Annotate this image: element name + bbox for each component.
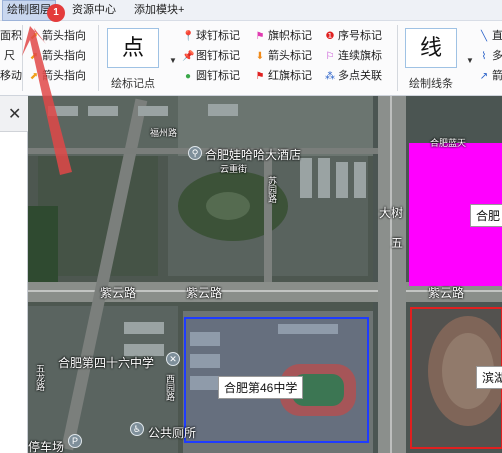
map-label-school46-poi: 合肥第四十六中学	[58, 356, 155, 370]
tool-arrow-mark[interactable]: ⬇ 箭头标记	[254, 47, 312, 65]
tool-flag-mark[interactable]: ⚑ 旗帜标记	[254, 27, 312, 45]
tool-ruler[interactable]: 尺	[4, 47, 15, 65]
arrow-line-icon: ↗	[479, 71, 489, 82]
red-flag-icon: ⚑	[255, 71, 265, 82]
tool-map-pin[interactable]: 📌 图钉标记	[182, 47, 240, 65]
tool-arrow-line[interactable]: ↗ 箭	[478, 67, 502, 85]
arrow-down-icon: ⬇	[255, 51, 265, 62]
close-icon[interactable]: ✕	[8, 104, 21, 124]
menu-add-module[interactable]: 添加模块+	[130, 0, 188, 21]
parking-icon: P	[68, 434, 82, 448]
map-label-hotel: 合肥娃哈哈大酒店	[205, 148, 302, 162]
map-view[interactable]: 合肥娃哈哈大酒店 ⚲ 云重街 福州路 苏园路 大树 五 紫云路 紫云路 紫云路 …	[28, 96, 502, 453]
tool-ball-pin[interactable]: 📍 球钉标记	[182, 27, 240, 45]
ribbon-toolbar: 面积 尺 移动 ⬈ 箭头指向 ⬈ 箭头指向 ⬈ 箭头指向 点 ▼ 绘标记点 📍 球钉标记…	[0, 21, 502, 96]
side-panel: ✕	[0, 96, 28, 453]
ball-pin-icon: 📍	[182, 31, 195, 42]
line-group-label: 绘制线条	[409, 78, 453, 90]
round-pin-icon: ●	[184, 71, 192, 82]
tool-area[interactable]: 面积	[0, 27, 22, 45]
line-icon: ╲	[480, 31, 488, 42]
menu-bar: 绘制图层 1 资源中心 添加模块+	[0, 0, 502, 22]
tool-polyline[interactable]: ⌇ 多	[478, 47, 502, 65]
map-label-wulong: 五龙路	[35, 364, 45, 391]
map-label-wu: 五	[391, 236, 404, 250]
draw-point-button[interactable]: 点	[107, 28, 159, 68]
ribbon-separator	[22, 25, 23, 91]
tool-red-flag[interactable]: ⚑ 红旗标记	[254, 67, 312, 85]
chevron-down-icon[interactable]: ▼	[169, 56, 177, 65]
map-label-ziyun-right: 紫云路	[428, 286, 465, 300]
tool-arrow-pointer-2[interactable]: ⬈ 箭头指向	[28, 47, 86, 65]
tool-round-pin[interactable]: ● 圆钉标记	[182, 67, 240, 85]
polygon-label-school46[interactable]: 合肥第46中学	[218, 376, 304, 399]
ribbon-separator	[397, 25, 398, 91]
map-label-top-partial: 合肥蓝天	[430, 138, 467, 148]
tool-multi-point[interactable]: ⁂ 多点关联	[324, 67, 382, 85]
flag-icon: ⚑	[255, 31, 265, 42]
multi-point-icon: ⁂	[325, 71, 335, 82]
tool-straight-line[interactable]: ╲ 直	[478, 27, 502, 45]
tool-continuous-flag[interactable]: ⚐ 连续旗标	[324, 47, 382, 65]
polyline-icon: ⌇	[481, 51, 487, 62]
map-label-suyuan: 苏园路	[267, 176, 277, 203]
map-label-dashu: 大树	[379, 206, 404, 220]
menu-resource-center[interactable]: 资源中心	[68, 0, 120, 21]
toilet-icon: ♿	[130, 422, 144, 436]
arrow-pointer-icon: ⬈	[29, 51, 39, 62]
tool-move[interactable]: 移动	[0, 67, 22, 85]
arrow-pointer-icon: ⬈	[29, 71, 39, 82]
map-pin-icon: 📌	[182, 51, 195, 62]
chevron-down-icon[interactable]: ▼	[466, 56, 474, 65]
map-label-ziyun-mid: 紫云路	[186, 286, 223, 300]
map-label-yunchong: 云重街	[220, 164, 248, 174]
arrow-pointer-icon: ⬈	[29, 31, 39, 42]
school-icon: ✕	[166, 352, 180, 366]
map-label-fuzhou: 福州路	[150, 128, 178, 138]
tool-sequence-mark[interactable]: ❶ 序号标记	[324, 27, 382, 45]
number-icon: ❶	[325, 31, 335, 42]
map-label-parking: 停车场	[28, 440, 65, 453]
map-label-toilet: 公共厕所	[148, 426, 197, 440]
polygon-label-hefei[interactable]: 合肥	[470, 204, 502, 227]
point-group-label: 绘标记点	[111, 78, 155, 90]
polygon-label-binhu[interactable]: 滨湖	[476, 366, 502, 389]
map-label-xiyuan: 西园路	[165, 374, 175, 401]
location-pin-icon: ⚲	[188, 146, 202, 160]
ribbon-separator	[98, 25, 99, 91]
tool-arrow-pointer-1[interactable]: ⬈ 箭头指向	[28, 27, 86, 45]
tool-arrow-pointer-3[interactable]: ⬈ 箭头指向	[28, 67, 86, 85]
map-label-ziyun-left: 紫云路	[100, 286, 137, 300]
notification-badge: 1	[47, 4, 65, 22]
draw-line-button[interactable]: 线	[405, 28, 457, 68]
side-panel-header: ✕	[0, 96, 28, 132]
continuous-flag-icon: ⚐	[325, 51, 335, 62]
